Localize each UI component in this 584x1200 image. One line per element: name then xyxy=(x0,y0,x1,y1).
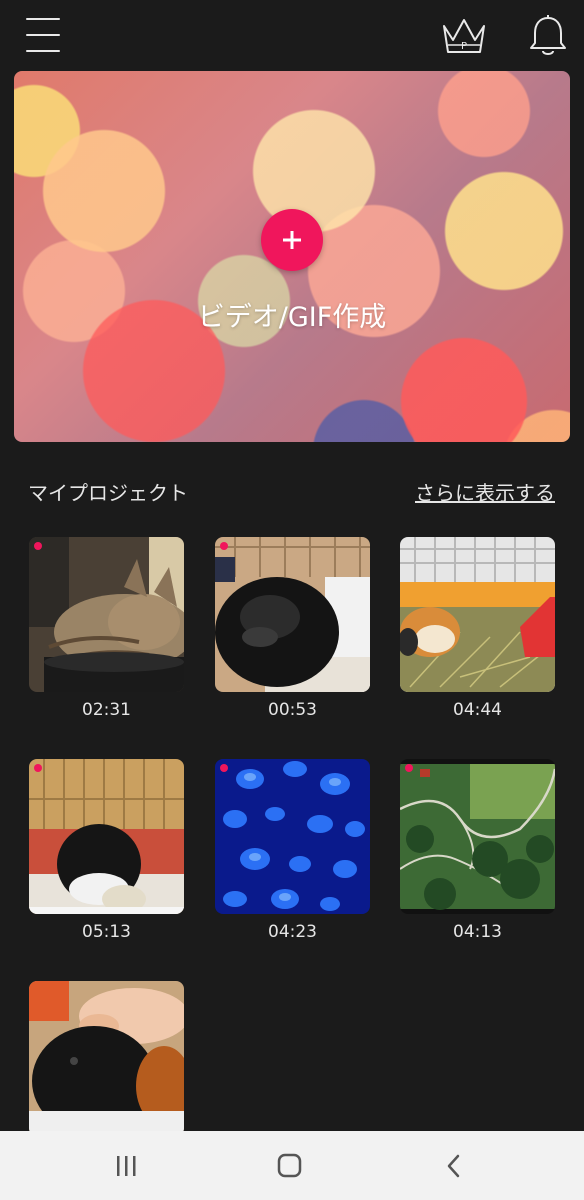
my-projects-title: マイプロジェクト xyxy=(28,481,188,505)
project-item[interactable]: 04:44 xyxy=(400,537,555,737)
create-video-gif-card[interactable]: ビデオ/GIF作成 xyxy=(14,71,570,442)
crown-letter: P xyxy=(461,41,467,52)
new-indicator-dot xyxy=(220,764,228,772)
recent-apps-icon[interactable] xyxy=(106,1149,146,1183)
project-item[interactable]: 05:13 xyxy=(29,759,184,959)
hamburger-menu-icon[interactable] xyxy=(24,14,64,56)
project-duration: 04:13 xyxy=(453,922,502,942)
home-icon[interactable] xyxy=(270,1149,310,1183)
project-item[interactable] xyxy=(29,981,184,1131)
new-indicator-dot xyxy=(405,764,413,772)
project-thumbnail xyxy=(29,759,184,914)
project-thumbnail xyxy=(215,759,370,914)
project-item[interactable]: 02:31 xyxy=(29,537,184,737)
project-item[interactable]: 04:23 xyxy=(215,759,370,959)
see-more-link[interactable]: さらに表示する xyxy=(415,477,555,506)
project-duration: 02:31 xyxy=(82,700,131,720)
project-duration: 05:13 xyxy=(82,922,131,942)
app-screen: P ビデオ/GIF作成 マイプロジェクト さらに表示する 02:31 00:53… xyxy=(0,0,584,1200)
system-navigation-bar xyxy=(0,1131,584,1200)
project-duration: 04:44 xyxy=(453,700,502,720)
project-thumbnail xyxy=(29,981,184,1131)
project-thumbnail xyxy=(400,759,555,914)
project-duration: 04:23 xyxy=(268,922,317,942)
plus-icon[interactable] xyxy=(261,209,323,271)
project-item[interactable]: 00:53 xyxy=(215,537,370,737)
premium-crown-icon[interactable]: P xyxy=(438,14,490,58)
project-item[interactable]: 04:13 xyxy=(400,759,555,959)
project-thumbnail xyxy=(215,537,370,692)
new-indicator-dot xyxy=(34,542,42,550)
top-bar: P xyxy=(0,0,584,70)
project-thumbnail xyxy=(400,537,555,692)
create-video-gif-label: ビデオ/GIF作成 xyxy=(197,302,387,333)
project-thumbnail xyxy=(29,537,184,692)
new-indicator-dot xyxy=(220,542,228,550)
project-duration: 00:53 xyxy=(268,700,317,720)
back-chevron-icon[interactable] xyxy=(434,1149,474,1183)
notification-bell-icon[interactable] xyxy=(526,13,570,59)
new-indicator-dot xyxy=(34,764,42,772)
